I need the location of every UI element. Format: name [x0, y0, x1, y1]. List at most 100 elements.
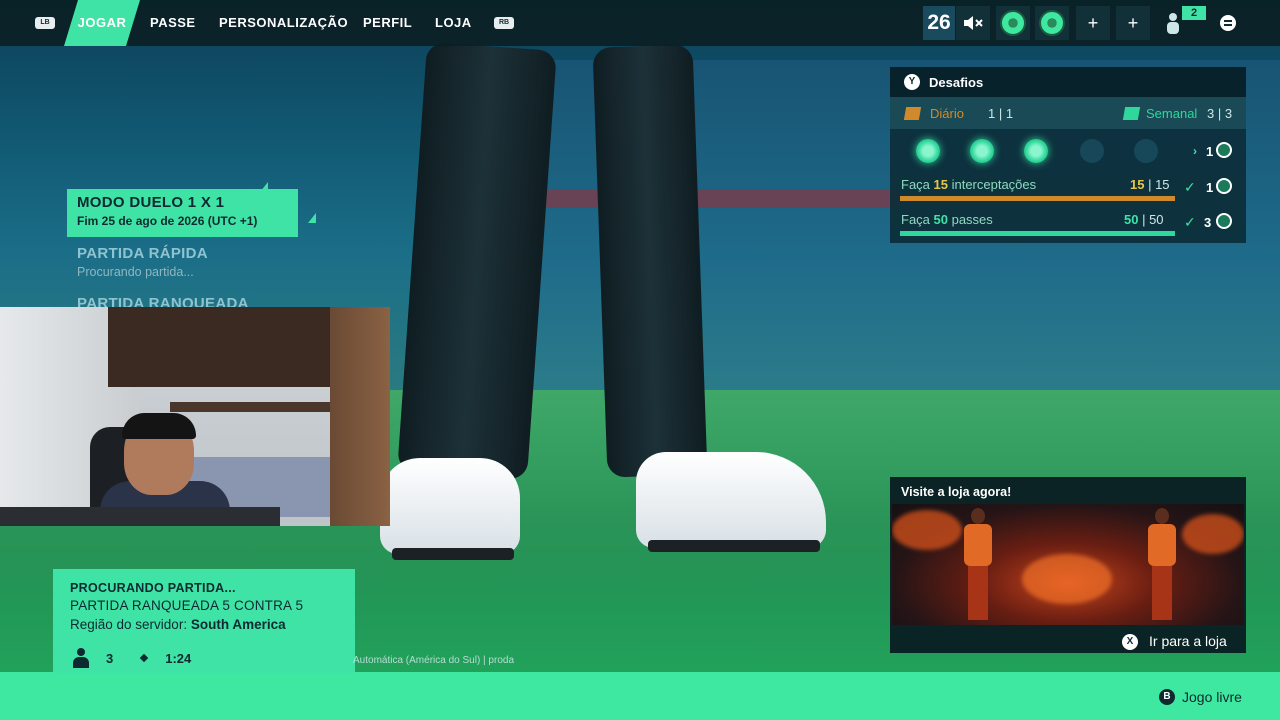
chain-progress-dot [1080, 139, 1104, 163]
shop-promo-title: Visite a loja agora! [901, 485, 1012, 499]
bottom-band [0, 672, 1280, 720]
task-total: | 50 [1138, 212, 1164, 227]
tab-loja[interactable]: LOJA [435, 0, 472, 46]
figure-head [971, 508, 985, 524]
challenge-task-progress: 50 | 50 [1124, 212, 1164, 227]
challenge-task-text: Faça 50 passes [901, 212, 993, 227]
mode-title: MODO DUELO 1 X 1 [77, 194, 225, 211]
shop-promo-image [892, 504, 1244, 625]
search-timer: 1:24 [165, 650, 192, 666]
quick-match-status: Procurando partida... [77, 265, 194, 279]
tab-weekly[interactable]: Semanal [1146, 106, 1197, 121]
free-play-button[interactable]: Jogo livre [1182, 689, 1242, 705]
shop-promo-panel[interactable]: Visite a loja agora! X Ir para a loja [890, 477, 1246, 653]
friends-count-badge: 2 [1182, 6, 1206, 20]
chevron-right-icon: › [1193, 144, 1197, 158]
boot-sole [648, 540, 820, 552]
server-region-label: Região do servidor: [70, 617, 191, 632]
challenges-tabs: Diário 1 | 1 Semanal 3 | 3 [890, 97, 1246, 129]
matchmaking-panel: PROCURANDO PARTIDA... PARTIDA RANQUEADA … [53, 569, 355, 673]
matchmaking-mode: PARTIDA RANQUEADA 5 CONTRA 5 [70, 598, 304, 613]
separator-diamond-icon [139, 653, 149, 663]
lb-button-icon[interactable]: LB [35, 17, 55, 29]
mode-quick-match[interactable]: PARTIDA RÁPIDA [77, 245, 208, 262]
fire-effect [1022, 554, 1112, 604]
fire-effect [892, 510, 962, 550]
challenge-progress-bar [900, 231, 1175, 236]
task-target: 15 [933, 177, 948, 192]
tab-jogar[interactable]: JOGAR [64, 0, 140, 46]
selected-mode-card[interactable]: MODO DUELO 1 X 1 Fim 25 de ago de 2026 (… [67, 189, 298, 237]
player-figure-right [1144, 508, 1180, 620]
b-button-icon: B [1159, 689, 1175, 705]
checkmark-icon: ✓ [1184, 214, 1196, 230]
player-level-badge[interactable]: 26 [923, 6, 955, 40]
tab-passe[interactable]: PASSE [150, 0, 196, 46]
go-to-shop-button[interactable]: Ir para a loja [1149, 633, 1227, 649]
figure-torso [1148, 524, 1176, 566]
boot-sole [392, 548, 514, 560]
fire-effect [1182, 514, 1244, 554]
add-party-member-button[interactable]: + [1116, 6, 1150, 40]
rb-button-icon[interactable]: RB [494, 17, 514, 29]
ball-token-icon [1216, 213, 1232, 229]
x-button-icon: X [1122, 634, 1138, 650]
daily-count: 1 | 1 [988, 106, 1014, 121]
challenge-progress-bar [900, 196, 1175, 201]
chain-progress-dot [970, 139, 994, 163]
player-right-boot [636, 452, 826, 548]
task-prefix: Faça [901, 212, 934, 227]
player-figure-left [960, 508, 996, 620]
streamer-hair [122, 413, 196, 439]
challenge-task-progress: 15 | 15 [1130, 177, 1170, 192]
webcam-desk [0, 507, 280, 526]
figure-torso [964, 524, 992, 566]
daily-ticket-icon [903, 107, 922, 120]
server-info-note: Automática (América do Sul) | proda [353, 655, 515, 666]
task-prefix: Faça [901, 177, 934, 192]
ball-avatar-icon [1000, 10, 1026, 36]
figure-legs [1152, 566, 1172, 620]
task-reward-amount: 3 [1204, 215, 1212, 230]
webcam-door [330, 307, 390, 526]
player-right-leg [592, 44, 708, 478]
stadium-ad-stripe [520, 190, 900, 208]
chain-progress-dot [1024, 139, 1048, 163]
matchmaking-status: PROCURANDO PARTIDA... [70, 581, 236, 595]
party-slot-1[interactable] [996, 6, 1030, 40]
player-left-boot [380, 458, 520, 554]
matchmaking-footer: 3 1:24 [70, 648, 191, 668]
plus-icon: + [1087, 12, 1099, 33]
party-size-icon [70, 648, 92, 668]
tab-perfil[interactable]: PERFIL [363, 0, 412, 46]
tab-personalizacao[interactable]: PERSONALIZAÇÃO [219, 0, 348, 46]
speaker-muted-icon[interactable] [956, 6, 990, 40]
chain-progress-dot [1134, 139, 1158, 163]
speaker-muted-icon-glyph [964, 16, 983, 30]
ball-token-icon [1216, 178, 1232, 194]
person-icon [1167, 13, 1179, 34]
task-reward-amount: 1 [1206, 180, 1214, 195]
challenges-title: Desafios [929, 75, 984, 90]
options-button[interactable] [1211, 6, 1245, 40]
server-region: Região do servidor: South America [70, 617, 338, 632]
weekly-ticket-icon [1122, 107, 1141, 120]
task-target: 50 [933, 212, 948, 227]
task-done: 50 [1124, 212, 1139, 227]
party-size: 3 [106, 650, 114, 666]
task-suffix: passes [947, 212, 993, 227]
server-region-value: South America [190, 617, 286, 632]
challenge-task-text: Faça 15 interceptações [901, 177, 1036, 192]
task-done: 15 [1130, 177, 1145, 192]
add-party-member-button[interactable]: + [1076, 6, 1110, 40]
task-total: | 15 [1144, 177, 1170, 192]
figure-head [1155, 508, 1169, 524]
checkmark-icon: ✓ [1184, 179, 1196, 195]
challenges-panel[interactable]: Y Desafios Diário 1 | 1 Semanal 3 | 3 › … [890, 67, 1246, 243]
tab-daily[interactable]: Diário [930, 106, 964, 121]
party-slot-2[interactable] [1035, 6, 1069, 40]
weekly-count: 3 | 3 [1207, 106, 1233, 121]
plus-icon: + [1127, 12, 1139, 33]
task-suffix: interceptações [947, 177, 1037, 192]
challenges-header: Y Desafios [890, 67, 1246, 97]
